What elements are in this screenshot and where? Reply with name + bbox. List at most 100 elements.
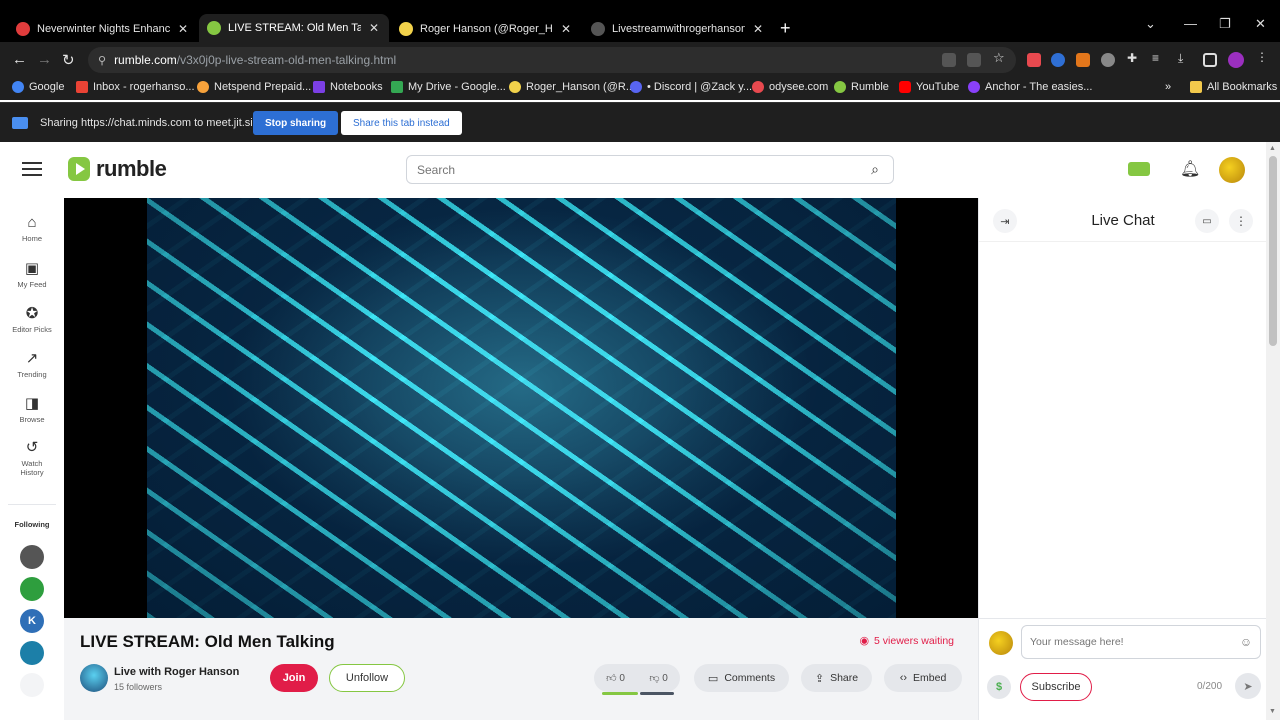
search-icon[interactable]: ⌕ <box>863 161 887 178</box>
sidebar-item-trending[interactable]: ↗ Trending <box>0 349 64 379</box>
feather-favicon-icon <box>591 22 605 36</box>
tab-roger-hanson[interactable]: Roger Hanson (@Roger_Hanson ✕ <box>391 16 581 42</box>
close-window-icon[interactable]: ✕ <box>1255 16 1266 32</box>
chat-camera-icon[interactable]: ▭ <box>1195 209 1219 233</box>
following-channel-avatar[interactable] <box>20 641 44 665</box>
following-channel-avatar[interactable]: K <box>20 609 44 633</box>
bookmark-star-icon[interactable]: ☆ <box>993 50 1007 65</box>
video-frame[interactable] <box>147 198 896 618</box>
bookmark-notebooks[interactable]: Notebooks <box>313 81 383 93</box>
send-icon[interactable]: ➤ <box>1235 673 1261 699</box>
join-button[interactable]: Join <box>270 664 318 692</box>
chat-message-input[interactable] <box>1030 636 1236 648</box>
url-path: /v3x0j0p-live-stream-old-men-talking.htm… <box>176 53 397 67</box>
forward-icon[interactable]: → <box>37 51 52 68</box>
sidebar-item-label: Watch <box>21 459 43 468</box>
scroll-up-icon[interactable]: ▲ <box>1269 145 1276 152</box>
bookmark-roger-hanson[interactable]: Roger_Hanson (@R... <box>509 81 635 93</box>
bookmark-netspend[interactable]: Netspend Prepaid... <box>197 81 311 93</box>
tab-livestream[interactable]: Livestreamwithrogerhanson ✕ <box>583 16 773 42</box>
tab-search-icon[interactable]: ⌄ <box>1145 16 1156 32</box>
more-options-icon[interactable]: ⋮ <box>1229 209 1253 233</box>
video-player[interactable] <box>64 198 978 618</box>
eye-icon: ◉ <box>859 635 870 647</box>
metamask-icon[interactable] <box>1076 53 1090 67</box>
bookmark-anchor[interactable]: Anchor - The easies... <box>968 81 1092 93</box>
bookmark-youtube[interactable]: YouTube <box>899 81 959 93</box>
hamburger-menu-icon[interactable] <box>22 162 42 176</box>
adblock-icon[interactable] <box>1101 53 1115 67</box>
like-button[interactable]: 👍︎ 0 <box>606 672 625 684</box>
bookmark-odysee[interactable]: odysee.com <box>752 81 828 93</box>
stop-sharing-button[interactable]: Stop sharing <box>253 111 339 135</box>
new-tab-button[interactable]: + <box>780 18 791 39</box>
close-tab-icon[interactable]: ✕ <box>751 22 765 36</box>
sidebar-item-label: Editor Picks <box>12 325 52 334</box>
extension-icon[interactable] <box>1051 53 1065 67</box>
comments-button[interactable]: ▭ Comments <box>694 664 789 692</box>
sidebar-item-browse[interactable]: ◨ Browse <box>0 394 64 424</box>
bell-icon[interactable]: 🔔︎ <box>1180 159 1200 179</box>
close-tab-icon[interactable]: ✕ <box>559 22 573 36</box>
restore-icon[interactable]: ❐ <box>1219 16 1231 32</box>
reload-icon[interactable]: ↻ <box>62 51 75 69</box>
bookmark-rumble[interactable]: Rumble <box>834 81 889 93</box>
notebook-icon <box>313 81 325 93</box>
user-avatar[interactable] <box>1219 157 1245 183</box>
search-input[interactable] <box>417 162 863 177</box>
rant-dollar-icon[interactable]: $ <box>987 675 1011 699</box>
sidebar-item-editor-picks[interactable]: ✪ Editor Picks <box>0 304 64 334</box>
site-info-icon[interactable]: ⚲ <box>98 54 106 67</box>
side-panel-icon[interactable] <box>1203 53 1217 67</box>
channel-name[interactable]: Live with Roger Hanson <box>114 666 239 678</box>
live-chat-panel: ⇥ Live Chat ▭ ⋮ ☺ $ Subscribe 0/200 ➤ <box>978 198 1267 720</box>
profile-avatar-icon[interactable] <box>1228 52 1244 68</box>
embed-button[interactable]: ‹› Embed <box>884 664 962 692</box>
dislike-button[interactable]: 👎︎ 0 <box>649 672 668 684</box>
scrollbar-thumb[interactable] <box>1269 156 1277 346</box>
site-header: rumble ⌕ 🔔︎ <box>0 142 1266 198</box>
eye-off-icon[interactable] <box>942 53 956 67</box>
unfollow-button[interactable]: Unfollow <box>329 664 405 692</box>
emoji-icon[interactable]: ☺ <box>1236 635 1256 649</box>
sidebar-item-my-feed[interactable]: ▣ My Feed <box>0 259 64 289</box>
bookmarks-overflow-button[interactable]: » <box>1165 81 1171 93</box>
netspend-icon <box>197 81 209 93</box>
share-this-tab-button[interactable]: Share this tab instead <box>341 111 462 135</box>
share-page-icon[interactable] <box>967 53 981 67</box>
download-icon[interactable]: ⤓ <box>1178 51 1192 65</box>
tab-neverwinter[interactable]: Neverwinter Nights Enhanced Ed ✕ <box>8 16 198 42</box>
back-icon[interactable]: ← <box>12 51 27 68</box>
chrome-menu-icon[interactable]: ⋮ <box>1256 50 1270 64</box>
bookmark-inbox[interactable]: Inbox - rogerhanso... <box>76 81 195 93</box>
sidebar-item-home[interactable]: ⌂ Home <box>0 214 64 243</box>
all-bookmarks-button[interactable]: All Bookmarks <box>1190 81 1277 93</box>
channel-avatar[interactable] <box>80 664 108 692</box>
bookmark-drive[interactable]: My Drive - Google... <box>391 81 506 93</box>
subscribe-button[interactable]: Subscribe <box>1020 673 1092 701</box>
go-live-camera-icon[interactable] <box>1128 162 1150 176</box>
scroll-down-icon[interactable]: ▼ <box>1269 708 1276 715</box>
tab-live-stream[interactable]: LIVE STREAM: Old Men Talking ✕ <box>199 14 389 42</box>
dislike-count: 0 <box>662 673 668 684</box>
minimize-icon[interactable]: — <box>1184 16 1197 31</box>
following-channel-avatar[interactable] <box>20 673 44 697</box>
following-heading: Following <box>14 520 50 529</box>
puzzle-extensions-icon[interactable]: ✚ <box>1127 51 1141 65</box>
page-scrollbar[interactable]: ▲ ▼ <box>1266 142 1280 720</box>
following-channel-avatar[interactable] <box>20 545 44 569</box>
tab-title: Roger Hanson (@Roger_Hanson <box>420 23 553 35</box>
share-button[interactable]: ⇪ Share <box>801 664 872 692</box>
address-bar[interactable]: ⚲ rumble.com/v3x0j0p-live-stream-old-men… <box>88 47 1016 73</box>
bookmark-google[interactable]: Google <box>12 81 64 93</box>
rumble-logo[interactable]: rumble <box>68 156 167 182</box>
video-title: LIVE STREAM: Old Men Talking <box>80 632 335 651</box>
media-queue-icon[interactable]: ≡ <box>1152 51 1166 65</box>
extension-icon[interactable] <box>1027 53 1041 67</box>
close-tab-icon[interactable]: ✕ <box>176 22 190 36</box>
sidebar-item-watch-history[interactable]: ↺ Watch History <box>0 438 64 477</box>
left-sidebar: ⌂ Home ▣ My Feed ✪ Editor Picks ↗ Trendi… <box>0 198 64 720</box>
following-channel-avatar[interactable] <box>20 577 44 601</box>
bookmark-discord[interactable]: • Discord | @Zack y... <box>630 81 752 93</box>
close-tab-icon[interactable]: ✕ <box>367 21 381 35</box>
